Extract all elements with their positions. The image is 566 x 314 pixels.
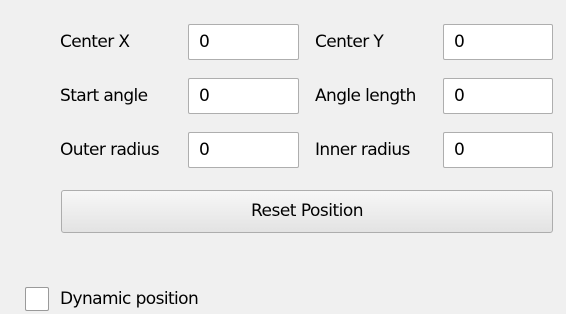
dynamic-position-checkbox[interactable] xyxy=(25,287,49,311)
start-angle-input[interactable] xyxy=(188,78,299,114)
angle-length-label: Angle length xyxy=(315,86,416,106)
center-y-input[interactable] xyxy=(443,24,553,60)
angle-length-input[interactable] xyxy=(443,78,553,114)
dynamic-position-option[interactable]: Dynamic position xyxy=(25,287,199,311)
center-x-label: Center X xyxy=(60,32,130,52)
outer-radius-input[interactable] xyxy=(188,132,299,168)
center-x-input[interactable] xyxy=(188,24,299,60)
inner-radius-label: Inner radius xyxy=(315,140,410,160)
position-panel: Center X Center Y Start angle Angle leng… xyxy=(0,0,566,314)
center-y-label: Center Y xyxy=(315,32,384,52)
inner-radius-input[interactable] xyxy=(443,132,553,168)
dynamic-position-label: Dynamic position xyxy=(60,289,199,309)
start-angle-label: Start angle xyxy=(60,86,148,106)
outer-radius-label: Outer radius xyxy=(60,140,160,160)
reset-position-button[interactable]: Reset Position xyxy=(61,190,553,233)
